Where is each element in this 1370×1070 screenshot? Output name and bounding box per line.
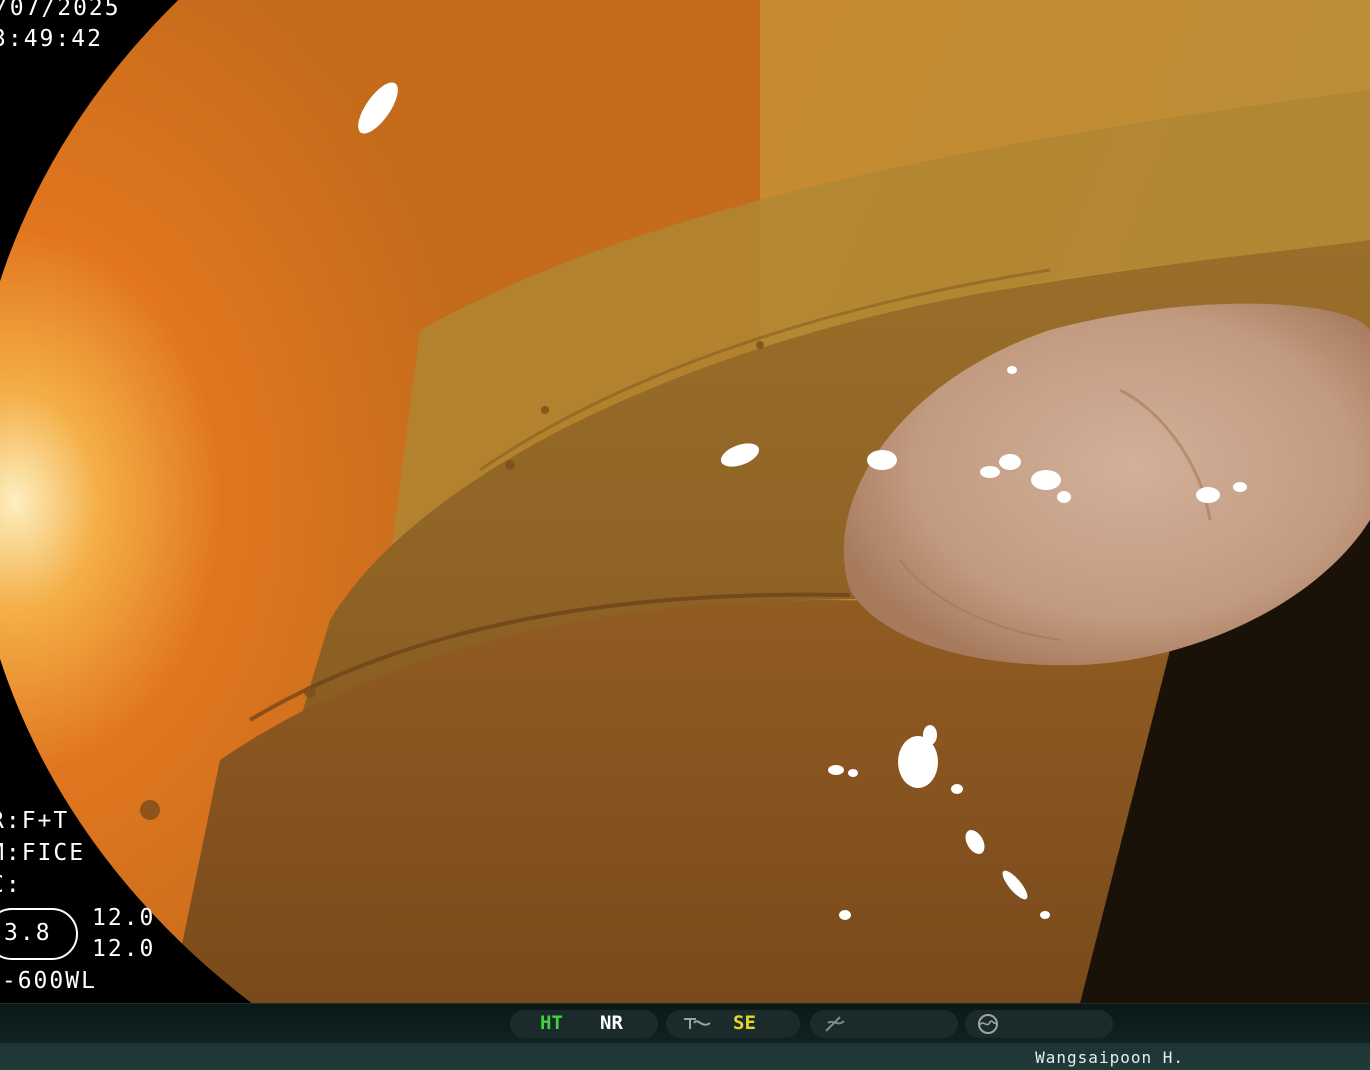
parameter-value-2: 12.0 [92,936,156,962]
exam-date: 2/07/2025 [0,0,121,21]
se-indicator: SE [733,1012,756,1034]
exam-time: 3:49:42 [0,26,103,52]
setting-m-label: M:FICE [0,840,86,866]
circle-wave-icon [973,1013,1003,1039]
ht-indicator: HT [540,1012,563,1034]
scope-model: C-600WL [0,968,97,994]
endoscopic-image [0,0,1370,1003]
setting-r-label: R:F+T [0,808,70,834]
slash-wave-icon [822,1013,850,1039]
endoscope-view [0,0,1370,1003]
status-segment-ht-nr [510,1010,658,1038]
nr-indicator: NR [600,1012,623,1034]
zoom-value: 3.8 [4,920,52,946]
setting-c-label: C: [0,872,22,898]
parameter-value-1: 12.0 [92,905,156,931]
waveform-icon [682,1013,712,1037]
operator-name: Wangsaipoon H. [1035,1048,1184,1067]
